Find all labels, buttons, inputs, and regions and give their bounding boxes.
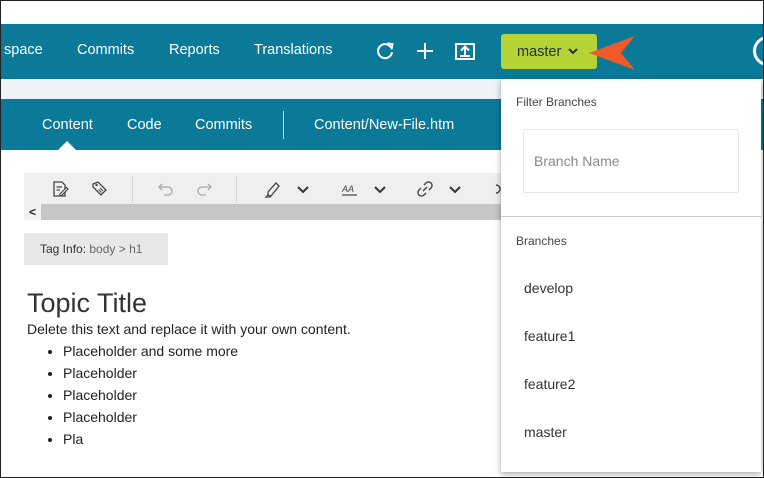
list-item[interactable]: Placeholder and some more bbox=[63, 343, 238, 365]
upload-icon[interactable] bbox=[454, 40, 476, 62]
link-icon[interactable] bbox=[415, 179, 435, 199]
chevron-down-icon[interactable] bbox=[293, 179, 313, 199]
text-style-icon[interactable]: AA bbox=[340, 179, 360, 199]
plus-icon[interactable] bbox=[414, 40, 436, 62]
sub-nav-divider bbox=[283, 111, 284, 139]
branch-filter-field[interactable] bbox=[523, 129, 739, 193]
undo-icon[interactable] bbox=[155, 179, 175, 199]
toolbar-divider bbox=[132, 176, 133, 203]
scroll-left-icon[interactable]: < bbox=[24, 204, 41, 220]
top-nav-bar: space Commits Reports Translations bbox=[1, 24, 763, 79]
tag-icon[interactable] bbox=[90, 179, 110, 199]
redo-icon[interactable] bbox=[195, 179, 215, 199]
tab-content[interactable]: Content bbox=[42, 117, 93, 133]
user-avatar[interactable] bbox=[753, 36, 763, 66]
list-item[interactable]: Placeholder bbox=[63, 409, 238, 431]
editor-toolbar: AA bbox=[24, 173, 524, 204]
svg-text:AA: AA bbox=[341, 184, 354, 194]
document-title[interactable]: Topic Title bbox=[27, 288, 147, 319]
top-nav-reports[interactable]: Reports bbox=[169, 42, 220, 58]
file-path-label: Content/New-File.htm bbox=[314, 117, 455, 133]
filter-branches-label: Filter Branches bbox=[516, 95, 597, 109]
branch-item-feature1[interactable]: feature1 bbox=[501, 312, 761, 360]
horizontal-scrollbar[interactable]: < bbox=[24, 204, 524, 220]
tag-info-path[interactable]: body > h1 bbox=[89, 242, 142, 256]
toolbar-divider bbox=[236, 176, 237, 203]
branch-item-master[interactable]: master bbox=[501, 408, 761, 456]
top-nav-translations[interactable]: Translations bbox=[254, 42, 332, 58]
app-frame: space Commits Reports Translations maste… bbox=[0, 0, 764, 478]
branch-item-feature2[interactable]: feature2 bbox=[501, 360, 761, 408]
tag-info-label: Tag Info: bbox=[40, 242, 87, 256]
branch-select-button[interactable]: master bbox=[501, 34, 597, 69]
tag-info-bar: Tag Info: body > h1 bbox=[24, 233, 168, 265]
list-item[interactable]: Placeholder bbox=[63, 387, 238, 409]
dropdown-divider bbox=[501, 216, 761, 217]
refresh-icon[interactable] bbox=[374, 40, 396, 62]
highlighter-icon[interactable] bbox=[263, 179, 283, 199]
top-nav-workspace[interactable]: space bbox=[4, 42, 43, 58]
document-paragraph[interactable]: Delete this text and replace it with you… bbox=[27, 321, 351, 337]
chevron-down-icon bbox=[568, 48, 578, 55]
branch-item-develop[interactable]: develop bbox=[501, 264, 761, 312]
callout-arrow-icon bbox=[589, 36, 635, 70]
chevron-down-icon[interactable] bbox=[370, 179, 390, 199]
tab-code[interactable]: Code bbox=[127, 117, 162, 133]
top-nav-commits[interactable]: Commits bbox=[77, 42, 134, 58]
list-item[interactable]: Pla bbox=[63, 431, 238, 453]
document-list: Placeholder and some more Placeholder Pl… bbox=[63, 343, 238, 453]
branches-label: Branches bbox=[516, 234, 567, 248]
edit-document-icon[interactable] bbox=[50, 179, 70, 199]
chevron-down-icon[interactable] bbox=[445, 179, 465, 199]
branch-select-label: master bbox=[517, 44, 562, 60]
branch-name-input[interactable] bbox=[534, 130, 730, 192]
list-item[interactable]: Placeholder bbox=[63, 365, 238, 387]
active-tab-indicator bbox=[58, 141, 76, 150]
tab-commits[interactable]: Commits bbox=[195, 117, 252, 133]
branch-dropdown: Filter Branches Branches develop feature… bbox=[501, 79, 761, 472]
